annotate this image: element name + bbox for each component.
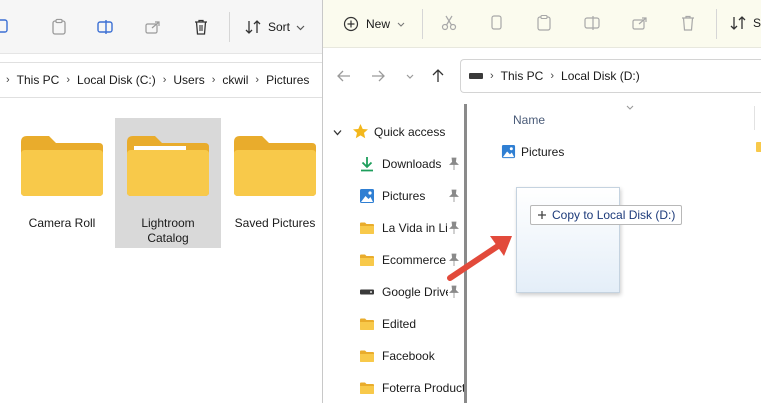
right-command-bar: New S — [323, 0, 761, 48]
plus-icon — [538, 211, 546, 219]
plus-circle-icon — [343, 16, 359, 32]
paste-icon[interactable] — [531, 10, 557, 36]
quick-access-label: Quick access — [374, 125, 446, 139]
star-icon — [353, 124, 368, 139]
nav-item-facebook[interactable]: Facebook — [323, 344, 464, 368]
pin-icon — [448, 189, 460, 203]
folder-camera-roll[interactable]: Camera Roll — [9, 118, 115, 248]
breadcrumb-local-disk-d[interactable]: Local Disk (D:) — [561, 69, 640, 83]
breadcrumb-this-pc[interactable]: This PC — [501, 69, 544, 83]
share-icon[interactable] — [140, 14, 166, 40]
breadcrumb-local-disk-c[interactable]: Local Disk (C:) — [77, 73, 156, 87]
copy-to-tooltip: Copy to Local Disk (D:) — [530, 205, 683, 225]
arrow-left-icon[interactable] — [333, 65, 355, 87]
nav-item-label: Foterra Product — [382, 381, 464, 395]
nav-item-downloads[interactable]: Downloads — [323, 152, 464, 176]
nav-item-label: Ecommerce — [382, 253, 447, 267]
folder-label: Camera Roll — [28, 216, 96, 230]
folder-icon — [127, 136, 209, 196]
pictures-icon — [501, 144, 516, 159]
right-address-bar[interactable]: › This PC › Local Disk (D:) — [460, 59, 761, 93]
folder-icon — [360, 254, 374, 266]
rename-icon[interactable] — [92, 14, 118, 40]
delete-icon[interactable] — [188, 14, 214, 40]
nav-item-label: Downloads — [382, 157, 442, 171]
breadcrumb-pictures[interactable]: Pictures — [266, 73, 309, 87]
breadcrumb-separator: › — [255, 74, 260, 86]
breadcrumb-ckwil[interactable]: ckwil — [222, 73, 248, 87]
annotation-arrow — [447, 236, 512, 281]
arrow-up-icon[interactable] — [427, 65, 449, 87]
toolbar-divider — [716, 9, 717, 39]
drag-preview — [516, 187, 620, 293]
sort-label: S — [753, 16, 761, 30]
cut-icon[interactable] — [436, 10, 462, 36]
quick-access-header[interactable]: Quick access — [323, 120, 464, 144]
copy-tooltip-text: Copy to Local Disk (D:) — [552, 208, 676, 222]
sort-button[interactable]: Sort — [244, 14, 305, 40]
nav-item-label: Edited — [382, 317, 417, 331]
folder-saved-pictures[interactable]: Saved Pictures — [222, 118, 322, 248]
pictures-icon — [360, 189, 374, 203]
rename-icon[interactable] — [579, 10, 605, 36]
left-address-bar[interactable]: › This PC › Local Disk (C:) › Users › ck… — [0, 62, 322, 98]
breadcrumb-users[interactable]: Users — [173, 73, 204, 87]
file-row[interactable]: Pictures — [497, 142, 747, 162]
copy-icon[interactable] — [483, 10, 509, 36]
pin-icon — [448, 157, 460, 171]
left-explorer-window: Sort › This PC › Local Disk (C:) › Users… — [0, 0, 322, 403]
chevron-down-icon — [333, 130, 342, 136]
nav-item-foterra-product[interactable]: Foterra Product — [323, 376, 464, 400]
new-button[interactable]: New — [343, 11, 405, 37]
left-command-bar: Sort — [0, 0, 322, 54]
chevron-down-icon — [296, 25, 305, 30]
delete-icon[interactable] — [675, 10, 701, 36]
folder-icon — [360, 350, 374, 362]
breadcrumb-separator: › — [550, 70, 555, 82]
breadcrumb-separator: › — [490, 70, 494, 82]
download-icon — [361, 157, 373, 172]
breadcrumb-separator: › — [6, 74, 10, 86]
folder-icon — [360, 222, 374, 234]
folder-lightroom-catalog[interactable]: Lightroom Catalog — [115, 118, 221, 248]
new-label: New — [366, 17, 391, 31]
file-label: Pictures — [521, 145, 565, 159]
breadcrumb-separator: › — [211, 74, 216, 86]
right-navigation-bar: › This PC › Local Disk (D:) — [323, 48, 761, 104]
breadcrumb-separator: › — [66, 74, 71, 86]
folder-icon — [21, 136, 103, 196]
folder-icon — [360, 382, 374, 394]
paste-icon[interactable] — [46, 14, 72, 40]
column-divider[interactable] — [754, 106, 755, 130]
arrow-right-icon[interactable] — [367, 65, 389, 87]
folder-label: Saved Pictures — [234, 216, 316, 230]
chevron-down-icon — [397, 22, 405, 27]
nav-item-edited[interactable]: Edited — [323, 312, 464, 336]
folder-icon — [360, 318, 374, 330]
chevron-down-icon — [626, 105, 634, 110]
chevron-down-icon[interactable] — [399, 65, 421, 87]
nav-item-label: Facebook — [382, 349, 435, 363]
column-header-name[interactable]: Name — [513, 113, 545, 127]
nav-item-label: Pictures — [382, 189, 426, 203]
folder-icon — [234, 136, 316, 196]
nav-item-pictures[interactable]: Pictures — [323, 184, 464, 208]
folder-icon — [756, 142, 761, 152]
breadcrumb-this-pc[interactable]: This PC — [17, 73, 60, 87]
sort-button[interactable]: S — [729, 10, 761, 36]
drive-icon — [360, 289, 374, 295]
breadcrumb-separator: › — [162, 74, 167, 86]
drive-icon — [469, 73, 483, 79]
folder-label: Lightroom Catalog — [141, 216, 195, 245]
toolbar-divider — [229, 12, 230, 42]
sort-icon — [730, 16, 746, 30]
sort-icon — [245, 20, 261, 34]
share-icon[interactable] — [627, 10, 653, 36]
nav-item-label: La Vida in Li — [382, 221, 448, 235]
copy-icon[interactable] — [0, 14, 14, 40]
toolbar-divider — [422, 9, 423, 39]
sort-label: Sort — [268, 20, 291, 34]
